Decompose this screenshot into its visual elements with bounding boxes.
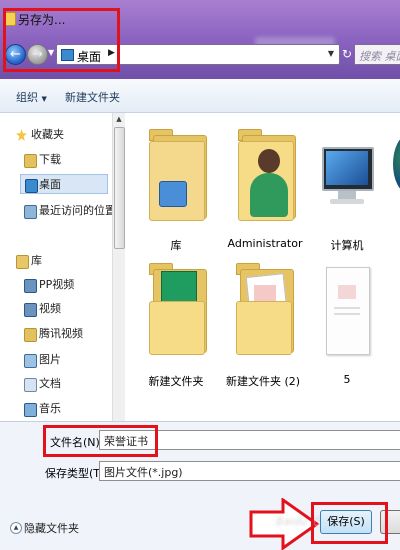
navigation-pane: 收藏夹 下载 桌面 最近访问的位置 库 PP视频 视频 腾讯视频 图片 文档 音… (0, 113, 113, 421)
file-item-computer[interactable]: 计算机 (308, 121, 386, 252)
video-library-icon (24, 303, 37, 317)
nav-scrollbar[interactable]: ▲ (112, 113, 125, 421)
file-item-new-folder[interactable]: 新建文件夹 (137, 255, 215, 388)
sidebar-item-downloads[interactable]: 下载 (24, 150, 108, 170)
sidebar-item-label: 图片 (39, 353, 61, 366)
hide-folders-label: 隐藏文件夹 (24, 522, 79, 535)
filetype-select[interactable]: 图片文件(*.jpg) (99, 461, 400, 481)
breadcrumb-chevron-icon[interactable]: ▶ (108, 48, 115, 58)
filename-label: 文件名(N): (50, 436, 104, 449)
organize-label: 组织 (16, 91, 38, 104)
recent-pages-dropdown[interactable]: ▼ (48, 48, 54, 57)
pictures-library-icon (24, 354, 37, 368)
file-item-administrator[interactable]: Administrator (226, 121, 304, 250)
file-label: 新建文件夹 (148, 375, 204, 388)
sidebar-item-recent[interactable]: 最近访问的位置 (24, 201, 113, 221)
documents-library-icon (24, 378, 37, 392)
back-button[interactable]: ← (5, 44, 26, 65)
file-label: Administrator (227, 237, 303, 250)
chevron-down-icon: ▼ (41, 95, 47, 103)
title-bar: 另存为... (0, 0, 400, 38)
scrollbar-thumb[interactable] (114, 127, 125, 249)
folder-icon (145, 255, 207, 355)
sidebar-item-label: PP视频 (39, 278, 75, 291)
sidebar-item-label: 音乐 (39, 402, 61, 415)
scroll-up-icon[interactable]: ▲ (113, 113, 125, 125)
recent-places-icon (24, 205, 37, 219)
sidebar-item-tencent-video[interactable]: 腾讯视频 (24, 324, 110, 344)
file-item-5[interactable]: 5 (308, 255, 386, 386)
sidebar-item-desktop[interactable]: 桌面 (20, 174, 108, 194)
sidebar-item-pp-video[interactable]: PP视频 (24, 275, 110, 295)
star-icon (16, 129, 27, 141)
video-library-icon (24, 279, 37, 293)
save-button[interactable]: 保存(S) (320, 510, 372, 534)
image-file-icon (316, 255, 378, 355)
save-as-dialog: 另存为... ← → ▼ 桌面 ▶ ▼ ↻ 搜索 桌面 组织 ▼ 新建文件夹 收… (0, 0, 400, 550)
file-label: 5 (343, 373, 351, 386)
app-icon (4, 12, 16, 26)
chevron-up-icon: ▲ (10, 522, 22, 534)
sidebar-item-label: 腾讯视频 (39, 327, 83, 340)
filename-input[interactable]: 荣誉证书 (99, 430, 400, 450)
sidebar-item-pictures[interactable]: 图片 (24, 350, 110, 370)
breadcrumb-location[interactable]: 桌面 (77, 48, 101, 65)
file-label: 新建文件夹 (2) (225, 375, 301, 388)
window-title: 另存为... (18, 13, 66, 27)
desktop-icon (61, 49, 74, 61)
command-toolbar: 组织 ▼ 新建文件夹 (0, 79, 400, 113)
folder-icon (232, 255, 294, 355)
sidebar-favorites[interactable]: 收藏夹 (16, 125, 106, 145)
libraries-folder-icon (145, 121, 207, 221)
download-folder-icon (24, 154, 37, 168)
libraries-icon (16, 255, 29, 269)
sidebar-item-label: 桌面 (39, 178, 61, 191)
organize-menu[interactable]: 组织 ▼ (16, 89, 47, 105)
sidebar-item-label: 文档 (39, 377, 61, 390)
address-dropdown-icon[interactable]: ▼ (328, 49, 334, 58)
new-folder-button[interactable]: 新建文件夹 (65, 89, 120, 105)
file-label: 库 (170, 239, 182, 252)
file-item-libraries[interactable]: 库 (137, 121, 215, 252)
file-label: 计算机 (330, 239, 364, 252)
network-icon (393, 135, 400, 193)
file-list: 库 Administrator 计算机 新建文件夹 新建文件夹 (2) 5 (125, 113, 400, 421)
desktop-icon (25, 179, 38, 193)
sidebar-item-label: 最近访问的位置 (39, 204, 113, 217)
sidebar-libraries-label: 库 (31, 254, 42, 267)
sidebar-item-label: 视频 (39, 302, 61, 315)
forward-button[interactable]: → (27, 44, 48, 65)
refresh-button[interactable]: ↻ (341, 44, 353, 65)
back-arrow-icon: ← (10, 47, 21, 62)
file-item-new-folder-2[interactable]: 新建文件夹 (2) (224, 255, 302, 388)
cancel-button[interactable] (380, 510, 400, 534)
sidebar-item-label: 下载 (39, 153, 61, 166)
refresh-icon: ↻ (341, 47, 353, 61)
computer-icon (316, 121, 378, 221)
sidebar-favorites-label: 收藏夹 (31, 128, 64, 141)
sidebar-item-music[interactable]: 音乐 (24, 399, 110, 419)
sidebar-item-documents[interactable]: 文档 (24, 374, 110, 394)
address-bar[interactable]: 桌面 ▶ ▼ (56, 44, 340, 65)
music-library-icon (24, 403, 37, 417)
search-input[interactable]: 搜索 桌面 (354, 44, 400, 65)
forward-arrow-icon: → (32, 47, 43, 62)
sidebar-libraries[interactable]: 库 (16, 251, 106, 271)
sidebar-item-videos[interactable]: 视频 (24, 299, 110, 319)
video-library-icon (24, 328, 37, 342)
user-folder-icon (234, 121, 296, 221)
